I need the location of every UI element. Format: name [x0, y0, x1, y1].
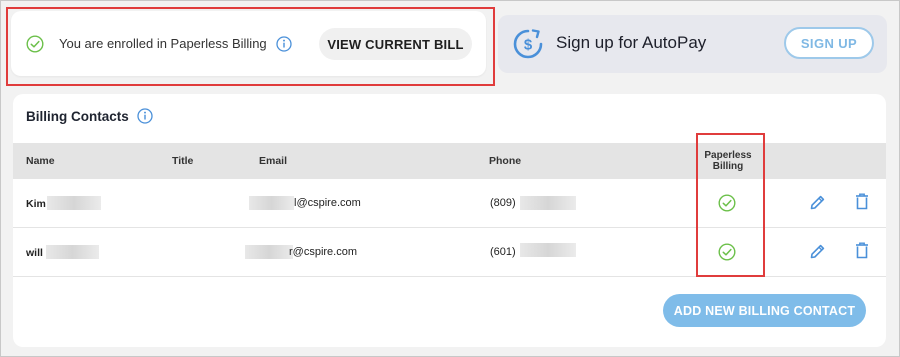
table-header: Name Title Email Phone Paperless Billing — [13, 143, 886, 179]
redacted-name — [46, 245, 99, 259]
table-row: Kim l@cspire.com (809) — [13, 179, 886, 228]
info-icon[interactable] — [276, 36, 292, 57]
contact-name: Kim — [26, 198, 46, 210]
column-header-title: Title — [172, 155, 194, 167]
paperless-billing-banner: You are enrolled in Paperless Billing VI… — [11, 11, 486, 76]
dollar-cycle-icon: $ — [512, 28, 544, 65]
redacted-phone — [520, 196, 576, 210]
redacted-name — [47, 196, 101, 210]
contact-name: will — [26, 247, 43, 259]
trash-icon[interactable] — [855, 193, 869, 215]
view-current-bill-button[interactable]: VIEW CURRENT BILL — [319, 28, 472, 60]
paperless-check-icon — [718, 194, 736, 217]
autopay-title: Sign up for AutoPay — [556, 33, 707, 52]
paperless-check-icon — [718, 243, 736, 266]
pencil-icon[interactable] — [809, 243, 826, 265]
check-circle-icon — [26, 35, 44, 58]
redacted-email — [249, 196, 294, 210]
column-header-email: Email — [259, 155, 288, 167]
trash-icon[interactable] — [855, 242, 869, 264]
column-header-phone: Phone — [489, 155, 522, 167]
column-header-name: Name — [26, 155, 55, 167]
pencil-icon[interactable] — [809, 194, 826, 216]
billing-contacts-title: Billing Contacts — [26, 109, 129, 124]
info-icon[interactable] — [137, 108, 153, 129]
svg-text:$: $ — [524, 37, 533, 54]
redacted-email — [245, 245, 293, 259]
paperless-enrolled-message: You are enrolled in Paperless Billing — [59, 36, 267, 51]
contact-phone: (601) — [490, 246, 516, 258]
contact-email: l@cspire.com — [294, 197, 361, 209]
billing-contacts-panel: Billing Contacts Name Title Email Phone … — [13, 94, 886, 347]
column-header-paperless-billing: Paperless Billing — [704, 150, 752, 172]
autopay-banner: $ Sign up for AutoPay SIGN UP — [498, 15, 887, 73]
table-row: will r@cspire.com (601) — [13, 228, 886, 277]
contact-email: r@cspire.com — [289, 246, 358, 258]
add-new-billing-contact-button[interactable]: ADD NEW BILLING CONTACT — [663, 294, 866, 327]
sign-up-button[interactable]: SIGN UP — [784, 27, 874, 59]
contact-phone: (809) — [490, 197, 516, 209]
redacted-phone — [520, 243, 576, 257]
